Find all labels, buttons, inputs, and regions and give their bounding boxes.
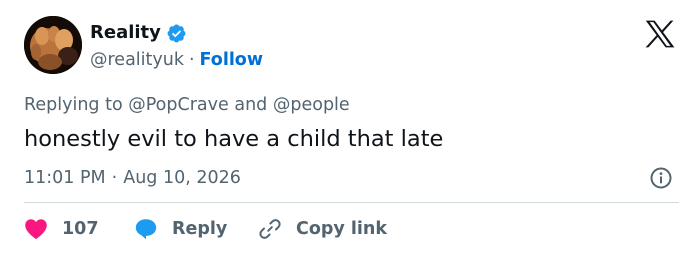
- timestamp[interactable]: 11:01 PM · Aug 10, 2026: [24, 164, 241, 192]
- like-count: 107: [62, 219, 99, 239]
- divider: [24, 202, 679, 203]
- action-bar: 107 Reply Copy link: [24, 214, 387, 244]
- follow-button[interactable]: Follow: [200, 50, 263, 70]
- reply-button[interactable]: Reply: [134, 217, 258, 241]
- reply-conjunction: and: [234, 95, 268, 115]
- link-icon: [258, 217, 282, 241]
- replying-to-label: Replying to: [24, 95, 123, 115]
- reply-context: Replying to @PopCrave and @people: [24, 92, 350, 118]
- mention-popcrave[interactable]: @PopCrave: [128, 95, 229, 115]
- reply-label: Reply: [172, 219, 228, 239]
- handle-separator: ·: [188, 50, 195, 70]
- x-logo-icon[interactable]: [645, 20, 675, 48]
- display-name[interactable]: Reality: [90, 20, 161, 46]
- name-row: Reality: [90, 20, 187, 46]
- copy-link-label: Copy link: [296, 219, 387, 239]
- like-button[interactable]: 107: [24, 218, 134, 240]
- avatar-image: [24, 16, 82, 74]
- verified-badge-icon: [166, 23, 187, 44]
- tweet-card: Reality @realityuk · Follow Replying to …: [0, 0, 700, 256]
- account-handle[interactable]: @realityuk: [90, 50, 184, 70]
- copy-link-button[interactable]: Copy link: [258, 217, 387, 241]
- handle-row: @realityuk · Follow: [90, 47, 263, 73]
- avatar[interactable]: [24, 16, 82, 74]
- speech-bubble-icon: [134, 217, 158, 241]
- heart-icon: [24, 218, 48, 240]
- tweet-date: Aug 10, 2026: [123, 168, 241, 188]
- timestamp-separator: ·: [111, 168, 118, 188]
- info-icon[interactable]: [649, 166, 673, 190]
- tweet-text: honestly evil to have a child that late: [24, 126, 444, 152]
- tweet-time: 11:01 PM: [24, 168, 106, 188]
- mention-people[interactable]: @people: [273, 95, 350, 115]
